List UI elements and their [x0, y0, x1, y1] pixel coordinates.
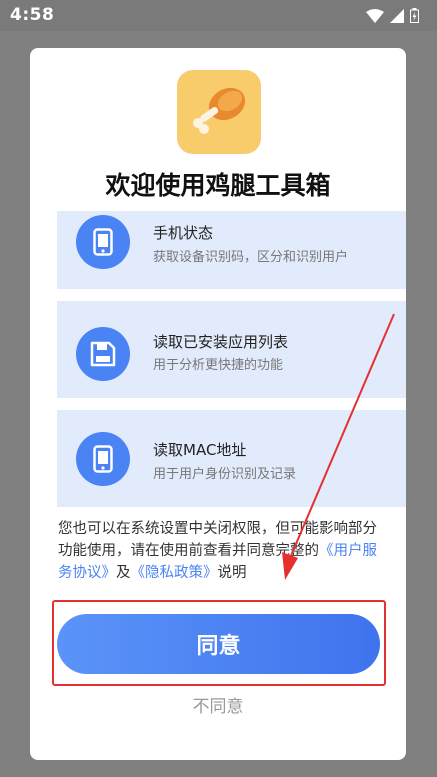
permission-item-installed-apps: 读取已安装应用列表 用于分析更快捷的功能	[57, 301, 406, 398]
wifi-icon	[366, 8, 384, 23]
dialog-title: 欢迎使用鸡腿工具箱	[105, 171, 331, 200]
signal-icon	[390, 8, 404, 23]
battery-icon	[410, 8, 419, 23]
permission-item-phone-state: 手机状态 获取设备识别码，区分和识别用户	[57, 211, 406, 289]
app-logo	[177, 70, 261, 154]
permission-icon-circle	[76, 215, 130, 269]
status-bar: 4:58	[0, 0, 437, 31]
permission-icon-circle	[76, 327, 130, 381]
floppy-icon	[90, 341, 116, 367]
privacy-notice: 您也可以在系统设置中关闭权限，但可能影响部分功能使用，请在使用前查看并同意完整的…	[58, 518, 388, 584]
disagree-button[interactable]: 不同意	[30, 692, 406, 717]
permission-name: 读取MAC地址	[153, 441, 247, 459]
privacy-dialog: 欢迎使用鸡腿工具箱 手机状态 获取设备识别码，区分和识别用户 读取已安装应用列表…	[30, 48, 406, 760]
notice-text: 及	[116, 565, 131, 581]
notice-text: 说明	[217, 565, 247, 581]
status-icons	[366, 8, 419, 23]
permission-icon-circle	[76, 432, 130, 486]
phone-icon	[93, 445, 113, 473]
phone-icon	[93, 228, 113, 256]
permission-name: 读取已安装应用列表	[153, 333, 289, 351]
permission-name: 手机状态	[153, 224, 214, 242]
highlight-box	[52, 600, 386, 686]
chicken-leg-icon	[193, 87, 246, 134]
permission-desc: 获取设备识别码，区分和识别用户	[153, 250, 349, 265]
permission-desc: 用于分析更快捷的功能	[153, 358, 284, 373]
permission-item-mac-address: 读取MAC地址 用于用户身份识别及记录	[57, 410, 406, 507]
status-time: 4:58	[10, 5, 55, 25]
privacy-policy-link[interactable]: 《隐私政策》	[131, 565, 218, 581]
permission-desc: 用于用户身份识别及记录	[153, 467, 297, 482]
